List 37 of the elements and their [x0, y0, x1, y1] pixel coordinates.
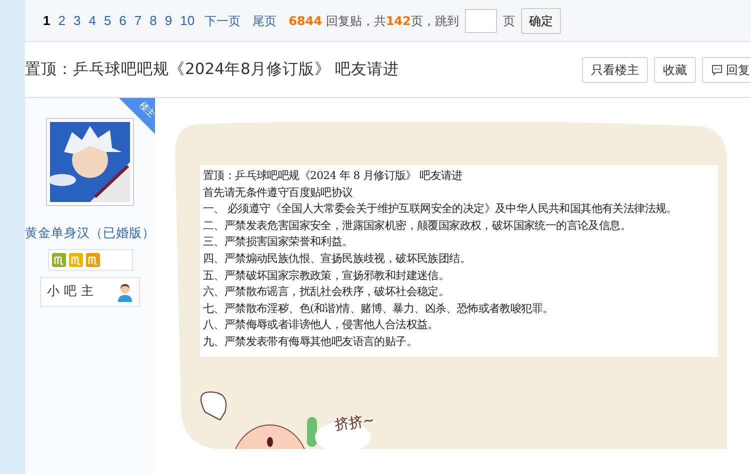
page-link[interactable]: 8	[146, 10, 161, 30]
rule-text: 八、严禁侮辱或者诽谤他人，侵害他人合法权益。	[203, 317, 440, 334]
page-link[interactable]: 5	[100, 10, 116, 30]
pager-link[interactable]: 尾页	[246, 12, 283, 30]
ribbon-label: 楼主	[136, 100, 158, 122]
page-link[interactable]: 1	[39, 10, 54, 30]
page-link[interactable]: 9	[160, 10, 176, 30]
comment-icon	[711, 64, 723, 76]
rule-text: 四、严禁煽动民族仇恨、宣扬民族歧视，破坏民族团结。	[203, 250, 472, 267]
page-input[interactable]	[464, 8, 497, 32]
page-link[interactable]: 4	[84, 10, 100, 30]
page-link[interactable]: 6	[115, 10, 130, 30]
rule-text: 九、严禁发表带有侮辱其他吧友语言的贴子。	[203, 334, 418, 350]
page-unit-label: 页	[502, 12, 515, 30]
pager-link[interactable]: 下一页	[198, 12, 247, 30]
rule-text: 一、 必须遵守《全国人大常委会关于维护互联网安全的决定》及中华人民共和国其他有关法律法规。	[203, 201, 678, 218]
thread-button[interactable]: 回复	[702, 56, 751, 82]
confirm-button[interactable]: 确定	[520, 8, 561, 34]
rule-text: 七、严禁散布淫秽、色(和谐)情、赌博、暴力、凶杀、恐怖或者教唆犯罪。	[203, 300, 554, 317]
rule-text: 六、严禁散布谣言，扰乱社会秩序，破坏社会稳定。	[203, 284, 450, 300]
thread-button[interactable]: 收藏	[654, 56, 696, 82]
rule-text: 三、严禁损害国家荣誉和利益。	[203, 234, 354, 250]
thread-title: 置顶：乒乓球吧吧规《2024年8月修订版》 吧友请进	[25, 58, 400, 80]
username-link[interactable]: 黄金单身汉（已婚版）	[25, 224, 155, 243]
rule-text: 首先请无条件遵守百度贴吧协议	[203, 184, 354, 201]
sticker-text: 挤挤~	[334, 411, 376, 436]
user-icon	[117, 282, 133, 302]
page-link[interactable]: 3	[69, 10, 85, 30]
role-label: 小 吧 主	[47, 282, 94, 300]
page-link[interactable]: 10	[176, 10, 199, 30]
reply-count-text: 6844 回复贴，共142页，跳到	[288, 12, 459, 30]
rule-text: 五、严禁破坏国家宗教政策，宣扬邪教和封建迷信。	[203, 268, 450, 284]
thread-button[interactable]: 只看楼主	[582, 56, 648, 82]
rule-text: 二、严禁发表危害国家安全，泄露国家机密，颠覆国家政权，破坏国家统一的言论及信息。	[203, 218, 632, 234]
page-link[interactable]: 2	[54, 10, 70, 30]
rule-text: 置顶：乒乓球吧吧规《2024 年 8 月修订版》 吧友请进	[203, 168, 464, 184]
page-link[interactable]: 7	[130, 10, 146, 30]
